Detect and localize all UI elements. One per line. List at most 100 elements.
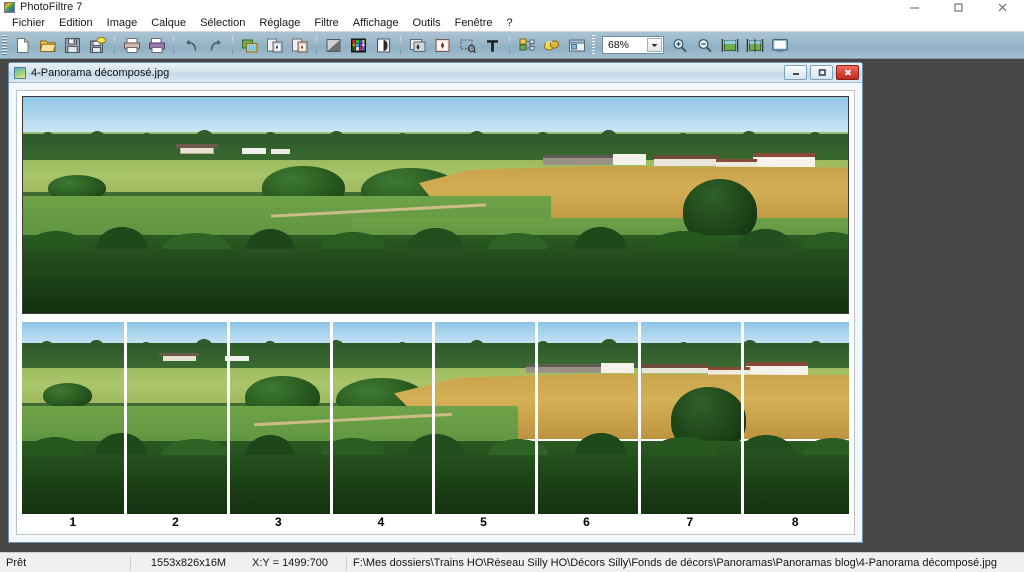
copy-image-icon[interactable] bbox=[237, 34, 262, 57]
zoom-in-icon[interactable] bbox=[667, 34, 692, 57]
toolbar-separator bbox=[509, 36, 510, 54]
maximize-icon[interactable] bbox=[936, 0, 980, 15]
application-title: PhotoFiltre 7 bbox=[20, 1, 83, 13]
layers-icon[interactable] bbox=[514, 34, 539, 57]
far-white-house bbox=[241, 147, 267, 155]
segment-divider bbox=[227, 322, 231, 514]
mdi-workspace: 4-Panorama décomposé.jpg 1 2 3 4 5 6 7 8 bbox=[0, 59, 1024, 552]
save-file-icon[interactable] bbox=[60, 34, 85, 57]
menu-item-calque[interactable]: Calque bbox=[144, 15, 193, 31]
paste-icon[interactable] bbox=[287, 34, 312, 57]
strip-farm-brick-barn bbox=[642, 363, 709, 374]
strip-farmhouse-right bbox=[745, 362, 808, 375]
segment-divider bbox=[432, 322, 436, 514]
photofiltre-app-window: PhotoFiltre 7 Fichier Edition Image Calq… bbox=[0, 0, 1024, 572]
status-file-path: F:\Mes dossiers\Trains HO\Réseau Silly H… bbox=[353, 556, 997, 569]
strip-foreground-treeline bbox=[22, 427, 849, 514]
document-canvas-area: 1 2 3 4 5 6 7 8 bbox=[9, 83, 862, 542]
mdi-restore-icon[interactable] bbox=[810, 65, 833, 80]
document-window: 4-Panorama décomposé.jpg 1 2 3 4 5 6 7 8 bbox=[8, 62, 863, 543]
farm-outbuilding bbox=[716, 158, 758, 168]
full-screen-icon[interactable] bbox=[767, 34, 792, 57]
segment-label-4: 4 bbox=[377, 515, 385, 529]
far-white-house-2 bbox=[270, 149, 291, 155]
segment-label-7: 7 bbox=[686, 515, 694, 529]
chevron-down-icon[interactable] bbox=[647, 38, 662, 52]
zoom-level-value: 68% bbox=[608, 39, 630, 51]
segment-divider bbox=[638, 322, 642, 514]
menu-item-outils[interactable]: Outils bbox=[405, 15, 447, 31]
toolbar-separator bbox=[114, 36, 115, 54]
menu-item-fichier[interactable]: Fichier bbox=[5, 15, 52, 31]
far-building-roof bbox=[176, 144, 218, 148]
photofiltre-logo-icon bbox=[4, 2, 15, 13]
document-title-bar[interactable]: 4-Panorama décomposé.jpg bbox=[9, 63, 862, 83]
status-cursor-coordinates: X:Y = 1499:700 bbox=[252, 556, 328, 569]
segment-label-5: 5 bbox=[480, 515, 487, 529]
color-palette-icon[interactable] bbox=[346, 34, 371, 57]
image-explorer-icon[interactable] bbox=[564, 34, 589, 57]
segment-divider bbox=[534, 322, 538, 514]
segment-labels-row: 1 2 3 4 5 6 7 8 bbox=[22, 515, 849, 531]
toolbar-separator bbox=[592, 35, 595, 55]
text-tool-icon[interactable] bbox=[480, 34, 505, 57]
print-preview-icon[interactable] bbox=[144, 34, 169, 57]
undo-icon[interactable] bbox=[178, 34, 203, 57]
paste-as-layer-icon[interactable] bbox=[262, 34, 287, 57]
segment-label-1: 1 bbox=[69, 515, 77, 529]
document-file-name: 4-Panorama décomposé.jpg bbox=[31, 66, 170, 79]
minimize-icon[interactable] bbox=[892, 0, 936, 15]
window-controls bbox=[892, 0, 1024, 15]
zoom-level-combobox[interactable]: 68% bbox=[602, 36, 664, 54]
image-canvas[interactable]: 1 2 3 4 5 6 7 8 bbox=[16, 90, 855, 535]
document-window-controls bbox=[784, 65, 859, 80]
grayscale-icon[interactable] bbox=[321, 34, 346, 57]
open-file-icon[interactable] bbox=[35, 34, 60, 57]
toolbar-separator bbox=[316, 36, 317, 54]
menu-item-affichage[interactable]: Affichage bbox=[346, 15, 406, 31]
foreground-treeline bbox=[23, 221, 848, 313]
menu-item-fenetre[interactable]: Fenêtre bbox=[448, 15, 500, 31]
adjust-contrast-icon[interactable] bbox=[371, 34, 396, 57]
effects-icon[interactable] bbox=[539, 34, 564, 57]
save-as-icon[interactable] bbox=[85, 34, 110, 57]
panorama-decomposed-strip bbox=[22, 322, 849, 514]
selection-tool-icon[interactable] bbox=[455, 34, 480, 57]
zoom-out-icon[interactable] bbox=[692, 34, 717, 57]
segment-divider bbox=[123, 322, 127, 514]
status-image-dimensions: 1553x826x16M bbox=[150, 556, 227, 569]
segment-label-6: 6 bbox=[583, 515, 590, 529]
menu-item-reglage[interactable]: Réglage bbox=[252, 15, 307, 31]
mdi-close-icon[interactable] bbox=[836, 65, 859, 80]
menu-bar: Fichier Edition Image Calque Sélection R… bbox=[0, 15, 1024, 32]
farm-white-barn bbox=[612, 154, 646, 166]
segment-divider bbox=[741, 322, 745, 514]
crop-selection-icon[interactable] bbox=[405, 34, 430, 57]
toolbar-separator bbox=[173, 36, 174, 54]
menu-item-help[interactable]: ? bbox=[500, 15, 520, 31]
segment-label-2: 2 bbox=[172, 515, 179, 529]
strip-tree-left bbox=[42, 383, 93, 409]
toolbar-separator bbox=[400, 36, 401, 54]
segment-label-3: 3 bbox=[275, 515, 282, 529]
toolbar-grip[interactable] bbox=[2, 35, 7, 55]
menu-item-filtre[interactable]: Filtre bbox=[307, 15, 345, 31]
menu-item-image[interactable]: Image bbox=[100, 15, 145, 31]
resize-image-icon[interactable] bbox=[430, 34, 455, 57]
main-toolbar: 68% bbox=[0, 32, 1024, 59]
redo-icon[interactable] bbox=[203, 34, 228, 57]
segment-divider bbox=[329, 322, 333, 514]
menu-item-edition[interactable]: Edition bbox=[52, 15, 100, 31]
mdi-minimize-icon[interactable] bbox=[784, 65, 807, 80]
toolbar-separator bbox=[232, 36, 233, 54]
menu-item-selection[interactable]: Sélection bbox=[193, 15, 252, 31]
new-file-icon[interactable] bbox=[10, 34, 35, 57]
farmhouse-right bbox=[753, 153, 815, 168]
close-icon[interactable] bbox=[980, 0, 1024, 15]
status-state: Prêt bbox=[6, 556, 27, 569]
strip-distant-treeline bbox=[22, 338, 849, 369]
actual-size-icon[interactable] bbox=[742, 34, 767, 57]
panorama-full-image bbox=[22, 96, 849, 314]
fit-to-window-icon[interactable] bbox=[717, 34, 742, 57]
print-icon[interactable] bbox=[119, 34, 144, 57]
